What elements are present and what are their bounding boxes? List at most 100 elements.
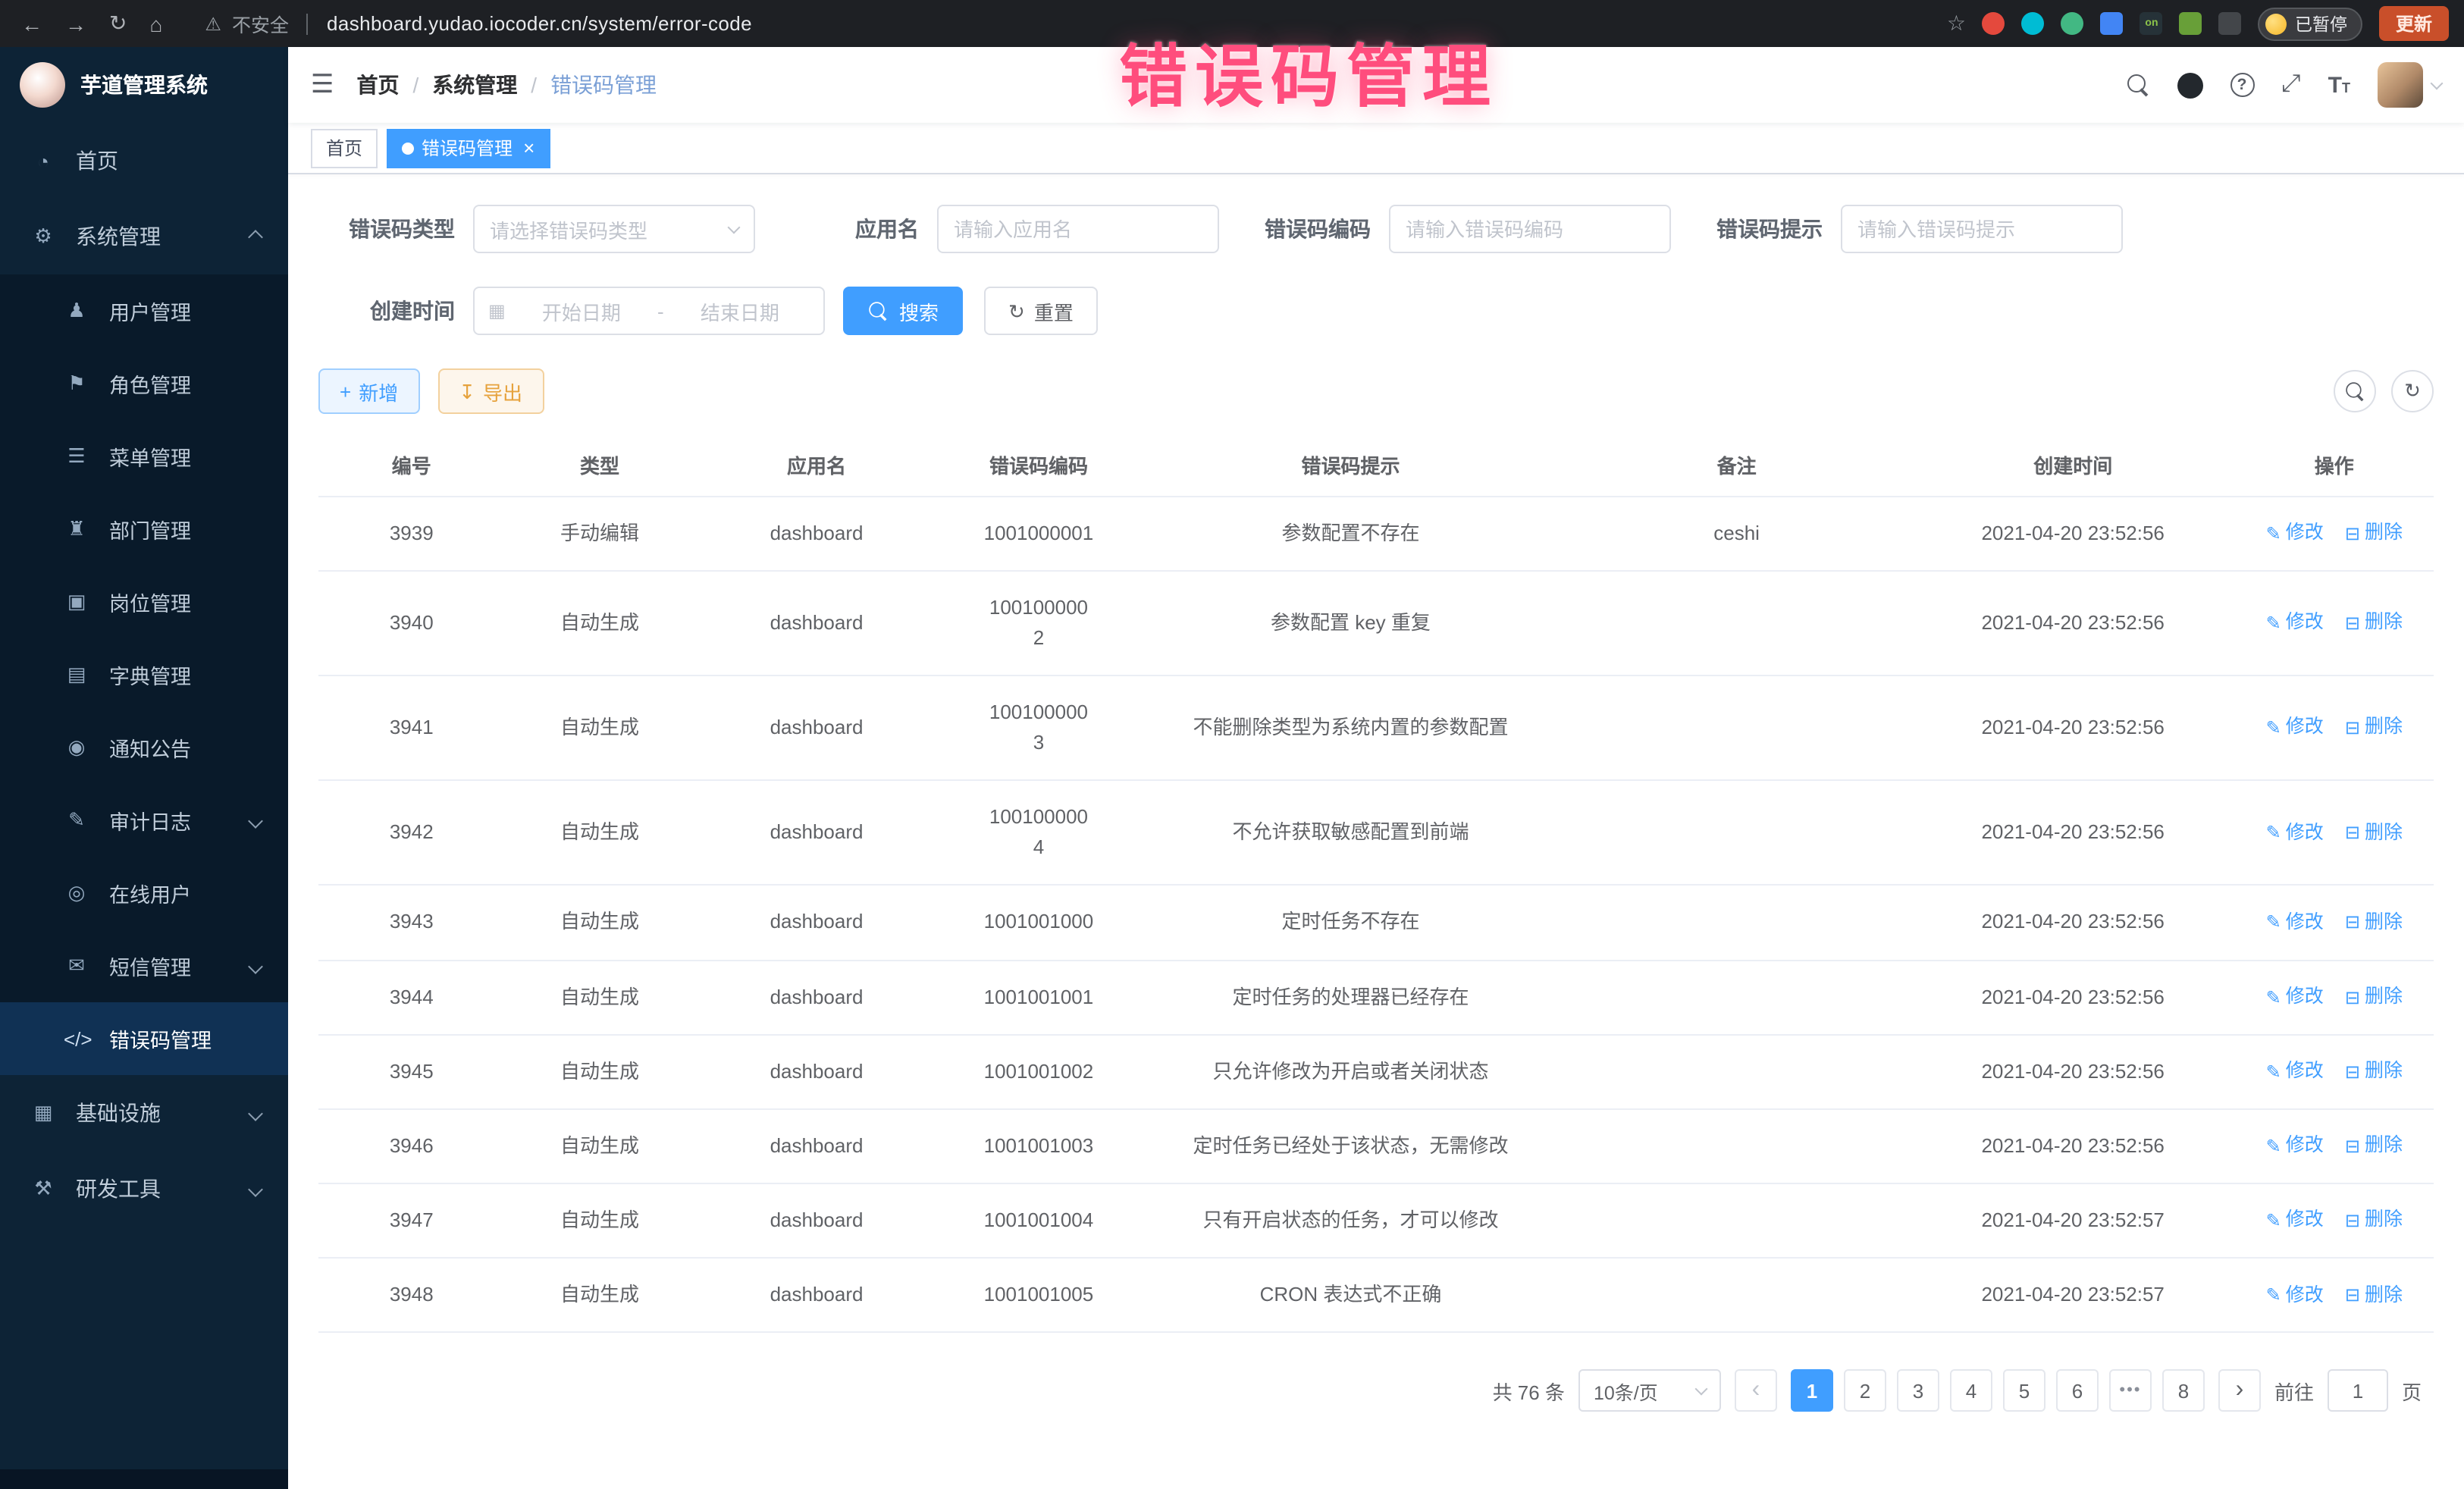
audit-icon: ✎	[64, 808, 89, 832]
edit-link[interactable]: ✎修改	[2266, 1131, 2324, 1161]
delete-label: 删除	[2365, 1206, 2403, 1236]
extension-green-icon[interactable]	[2180, 12, 2202, 35]
cell-code: 1001000001	[938, 496, 1139, 570]
edit-link[interactable]: ✎修改	[2266, 908, 2324, 938]
edit-link[interactable]: ✎修改	[2266, 983, 2324, 1012]
pagination-page-8[interactable]: 8	[2162, 1370, 2205, 1412]
refresh-button[interactable]: ↻	[2391, 370, 2434, 412]
sidebar-item-dept[interactable]: ♜部门管理	[0, 493, 288, 566]
delete-link[interactable]: ⊟删除	[2345, 713, 2403, 743]
pagination-more[interactable]: •••	[2109, 1370, 2152, 1412]
sidebar-item-infra[interactable]: ▦基础设施	[0, 1075, 288, 1151]
add-button[interactable]: + 新增	[318, 368, 419, 414]
sidebar-item-post[interactable]: ▣岗位管理	[0, 566, 288, 638]
goto-page-input[interactable]	[2328, 1370, 2388, 1412]
edit-link[interactable]: ✎修改	[2266, 1281, 2324, 1310]
extension-on-icon[interactable]: on	[2140, 12, 2163, 35]
pagination-page-2[interactable]: 2	[1844, 1370, 1886, 1412]
bookmark-star-icon[interactable]: ☆	[1947, 11, 1966, 36]
pagination-page-3[interactable]: 3	[1897, 1370, 1939, 1412]
sidebar-item-home[interactable]: ◔首页	[0, 123, 288, 199]
edit-link[interactable]: ✎修改	[2266, 818, 2324, 848]
next-page-button[interactable]: ›	[2218, 1370, 2261, 1412]
pagination-page-1[interactable]: 1	[1791, 1370, 1833, 1412]
sidebar-item-online[interactable]: ◎在线用户	[0, 857, 288, 929]
error-code-input[interactable]	[1389, 205, 1671, 253]
edit-link[interactable]: ✎修改	[2266, 713, 2324, 743]
github-icon[interactable]	[2177, 72, 2202, 98]
extensions-puzzle-icon[interactable]	[2219, 12, 2242, 35]
pagination-page-6[interactable]: 6	[2056, 1370, 2099, 1412]
fullscreen-icon[interactable]: ⤢	[2281, 73, 2301, 97]
breadcrumb-item[interactable]: 系统管理	[432, 70, 517, 100]
delete-link[interactable]: ⊟删除	[2345, 608, 2403, 638]
hamburger-icon[interactable]: ☰	[311, 70, 334, 100]
edit-link[interactable]: ✎修改	[2266, 608, 2324, 638]
reload-icon[interactable]: ↻	[109, 11, 127, 36]
error-type-select[interactable]: 请选择错误码类型	[473, 205, 755, 253]
search-icon[interactable]	[2127, 74, 2149, 96]
extension-vue-devtools-icon[interactable]	[2061, 12, 2084, 35]
delete-link[interactable]: ⊟删除	[2345, 519, 2403, 548]
cell-hint: 参数配置 key 重复	[1139, 570, 1562, 676]
sidebar-item-dict[interactable]: ▤字典管理	[0, 638, 288, 711]
cell-type: 自动生成	[505, 1258, 695, 1332]
page-size-select[interactable]: 10条/页	[1578, 1370, 1721, 1412]
delete-link[interactable]: ⊟删除	[2345, 908, 2403, 938]
update-button[interactable]: 更新	[2379, 6, 2449, 41]
app-name-input[interactable]	[937, 205, 1219, 253]
edit-link[interactable]: ✎修改	[2266, 519, 2324, 548]
sidebar-item-errorcode[interactable]: </>错误码管理	[0, 1002, 288, 1075]
cell-code: 1001001001	[938, 960, 1139, 1034]
edit-link[interactable]: ✎修改	[2266, 1206, 2324, 1236]
address-bar[interactable]: ⚠ 不安全 dashboard.yudao.iocoder.cn/system/…	[205, 9, 752, 38]
tag-错误码管理[interactable]: 错误码管理×	[387, 128, 550, 168]
pagination-page-4[interactable]: 4	[1950, 1370, 1992, 1412]
sidebar-item-label: 系统管理	[76, 221, 161, 252]
sidebar-item-audit[interactable]: ✎审计日志	[0, 784, 288, 857]
delete-link[interactable]: ⊟删除	[2345, 1206, 2403, 1236]
forward-icon[interactable]: →	[65, 11, 86, 36]
date-range-picker[interactable]: ▦ 开始日期 - 结束日期	[473, 287, 825, 335]
cell-time: 2021-04-20 23:52:56	[1911, 570, 2235, 676]
delete-link[interactable]: ⊟删除	[2345, 983, 2403, 1012]
delete-link[interactable]: ⊟删除	[2345, 1057, 2403, 1086]
search-button[interactable]: 搜索	[843, 287, 963, 335]
extension-teal-icon[interactable]	[2022, 12, 2045, 35]
sidebar-item-role[interactable]: ⚑角色管理	[0, 347, 288, 420]
edit-link[interactable]: ✎修改	[2266, 1057, 2324, 1086]
user-menu[interactable]	[2378, 62, 2441, 108]
sidebar-item-devtools[interactable]: ⚒研发工具	[0, 1151, 288, 1227]
gear-icon: ⚙	[30, 224, 56, 249]
sidebar-item-menu[interactable]: ☰菜单管理	[0, 420, 288, 493]
table-head: 编号类型应用名错误码编码错误码提示备注创建时间操作	[318, 435, 2434, 496]
paused-badge[interactable]: 已暂停	[2259, 7, 2362, 40]
font-size-icon[interactable]: T	[2328, 74, 2350, 96]
tag-首页[interactable]: 首页	[311, 128, 378, 168]
help-icon[interactable]: ?	[2230, 73, 2254, 97]
search-toggle-button[interactable]	[2334, 370, 2376, 412]
tag-close-icon[interactable]: ×	[523, 138, 534, 158]
sidebar-item-sms[interactable]: ✉短信管理	[0, 929, 288, 1002]
cell-id: 3941	[318, 676, 505, 781]
reset-button[interactable]: ↻ 重置	[984, 287, 1098, 335]
prev-page-button[interactable]: ‹	[1735, 1370, 1777, 1412]
table-row: 3939手动编辑dashboard1001000001参数配置不存在ceshi2…	[318, 496, 2434, 570]
extension-red-icon[interactable]	[1983, 12, 2005, 35]
pagination-page-5[interactable]: 5	[2003, 1370, 2045, 1412]
extension-grid-icon[interactable]	[2101, 12, 2124, 35]
delete-link[interactable]: ⊟删除	[2345, 1131, 2403, 1161]
sidebar-item-user[interactable]: ♟用户管理	[0, 274, 288, 347]
back-icon[interactable]: ←	[21, 11, 42, 36]
delete-link[interactable]: ⊟删除	[2345, 1281, 2403, 1310]
sidebar-item-system[interactable]: ⚙ 系统管理	[0, 199, 288, 274]
sidebar-logo-row[interactable]: 芋道管理系统	[0, 47, 288, 123]
cell-remark	[1562, 1035, 1911, 1109]
breadcrumb-item[interactable]: 首页	[357, 70, 400, 100]
delete-link[interactable]: ⊟删除	[2345, 818, 2403, 848]
sidebar-item-notice[interactable]: ◉通知公告	[0, 711, 288, 784]
home-icon[interactable]: ⌂	[149, 11, 162, 36]
cell-remark	[1562, 780, 1911, 886]
export-button[interactable]: ↧ 导出	[437, 368, 544, 414]
error-hint-input[interactable]	[1841, 205, 2123, 253]
